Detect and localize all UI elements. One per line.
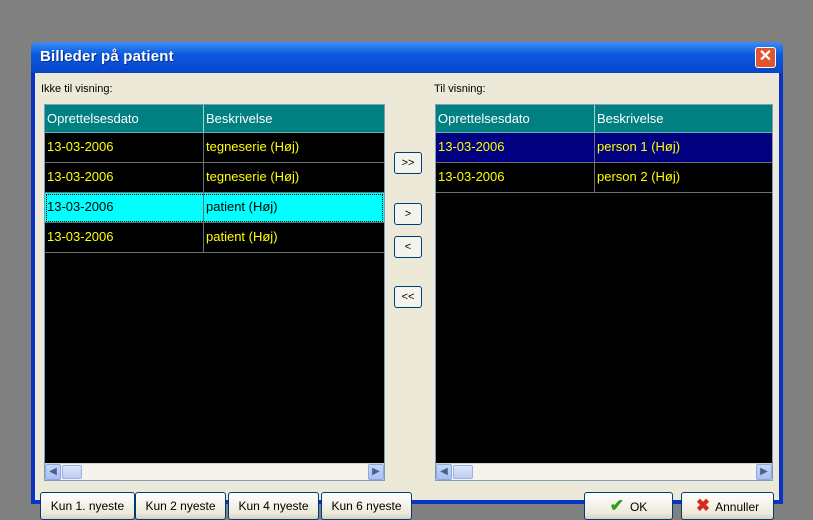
scroll-left-icon: ◀ — [49, 466, 57, 477]
horizontal-scrollbar[interactable]: ◀ ▶ — [45, 463, 384, 480]
cell-date: 13-03-2006 — [45, 223, 204, 252]
cell-date: 13-03-2006 — [436, 163, 595, 192]
table-row-selected[interactable]: 13-03-2006 patient (Høj) — [45, 193, 384, 223]
close-icon: ✕ — [758, 48, 773, 65]
table-row[interactable]: 13-03-2006 person 2 (Høj) — [436, 163, 772, 193]
move-all-left-button[interactable]: << — [394, 286, 422, 308]
grid-header: Oprettelsesdato Beskrivelse — [436, 105, 772, 133]
cell-date: 13-03-2006 — [45, 193, 204, 222]
window-title: Billeder på patient — [40, 48, 174, 65]
table-row[interactable]: 13-03-2006 tegneserie (Høj) — [45, 163, 384, 193]
title-bar[interactable]: Billeder på patient ✕ — [31, 42, 783, 73]
table-row[interactable]: 13-03-2006 tegneserie (Høj) — [45, 133, 384, 163]
scroll-right-icon: ▶ — [760, 466, 768, 477]
move-right-button[interactable]: > — [394, 203, 422, 225]
not-shown-grid[interactable]: Oprettelsesdato Beskrivelse 13-03-2006 t… — [44, 104, 385, 481]
column-header-date[interactable]: Oprettelsesdato — [45, 105, 204, 132]
cell-description: person 1 (Høj) — [597, 139, 681, 154]
scroll-right-icon: ▶ — [372, 466, 380, 477]
shown-grid[interactable]: Oprettelsesdato Beskrivelse 13-03-2006 p… — [435, 104, 773, 481]
cancel-label: Annuller — [715, 500, 760, 514]
cell-date: 13-03-2006 — [436, 133, 595, 162]
column-header-date[interactable]: Oprettelsesdato — [436, 105, 595, 132]
ok-label: OK — [629, 500, 648, 514]
horizontal-scrollbar[interactable]: ◀ ▶ — [436, 463, 772, 480]
close-button[interactable]: ✕ — [755, 47, 776, 68]
dialog-window: Billeder på patient ✕ Ikke til visning: … — [31, 42, 783, 520]
scroll-left-button[interactable]: ◀ — [436, 464, 452, 480]
scroll-left-button[interactable]: ◀ — [45, 464, 61, 480]
table-row-selected[interactable]: 13-03-2006 person 1 (Høj) — [436, 133, 772, 163]
move-left-button[interactable]: < — [394, 236, 422, 258]
cell-description: patient (Høj) — [206, 229, 278, 244]
cell-description: tegneserie (Høj) — [206, 169, 300, 184]
cell-description: tegneserie (Høj) — [206, 139, 300, 154]
cell-date: 13-03-2006 — [45, 133, 204, 162]
scroll-left-icon: ◀ — [440, 466, 448, 477]
scroll-thumb[interactable] — [62, 465, 82, 479]
cross-icon: ✖ — [695, 496, 711, 515]
grid-header: Oprettelsesdato Beskrivelse — [45, 105, 384, 133]
left-panel-label: Ikke til visning: — [41, 83, 113, 95]
scroll-right-button[interactable]: ▶ — [756, 464, 772, 480]
table-row[interactable]: 13-03-2006 patient (Høj) — [45, 223, 384, 253]
cell-description: person 2 (Høj) — [597, 169, 681, 184]
scroll-thumb[interactable] — [453, 465, 473, 479]
cell-date: 13-03-2006 — [45, 163, 204, 192]
scroll-right-button[interactable]: ▶ — [368, 464, 384, 480]
dialog-client-area: Ikke til visning: Oprettelsesdato Beskri… — [35, 73, 779, 520]
move-all-right-button[interactable]: >> — [394, 152, 422, 174]
right-panel-label: Til visning: — [434, 83, 486, 95]
checkmark-icon: ✔ — [609, 496, 624, 515]
column-header-description[interactable]: Beskrivelse — [204, 105, 384, 132]
cell-description: patient (Høj) — [206, 199, 278, 214]
column-header-description[interactable]: Beskrivelse — [595, 105, 772, 132]
